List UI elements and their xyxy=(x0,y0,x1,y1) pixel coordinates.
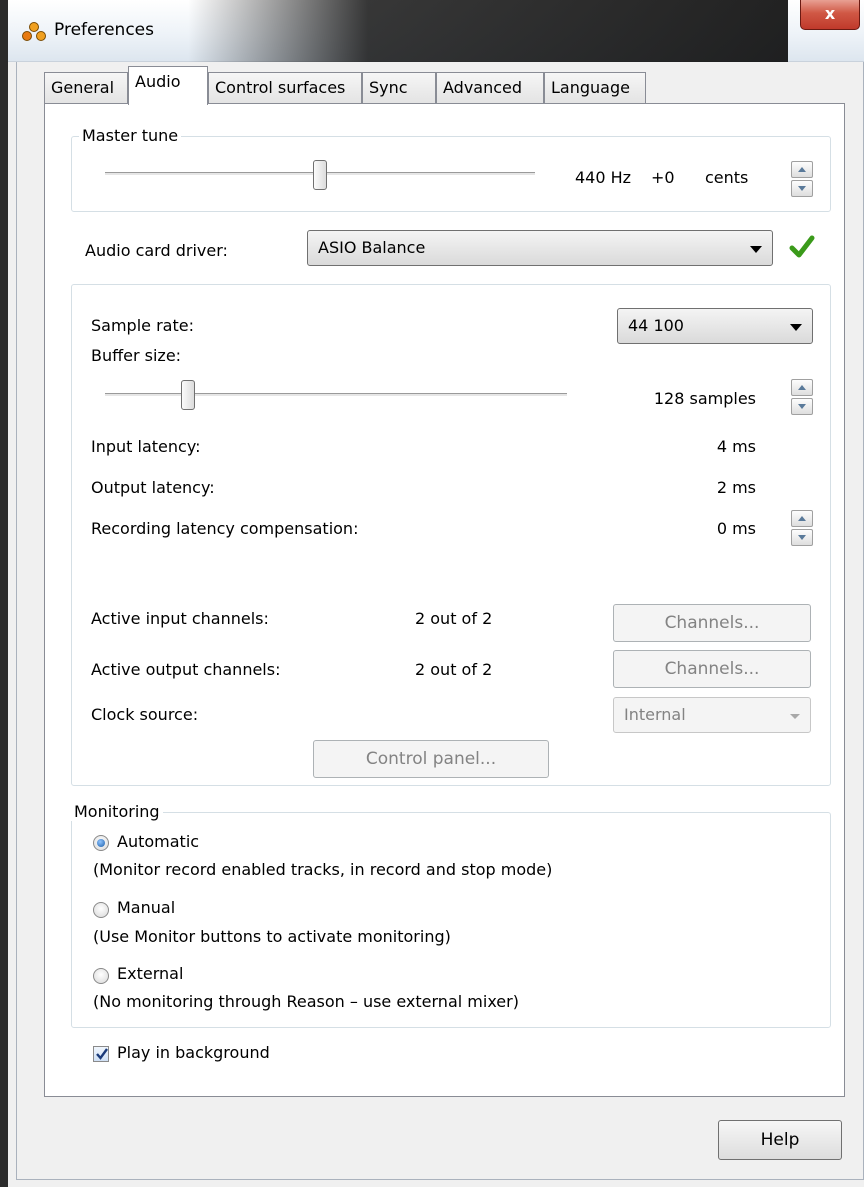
tab-general-label: General xyxy=(51,78,115,97)
title-bar-shade xyxy=(188,0,788,62)
reason-app-icon xyxy=(22,22,46,42)
play-in-background-checkbox[interactable] xyxy=(93,1046,109,1062)
chevron-down-icon xyxy=(790,324,802,331)
output-channels-button[interactable]: Channels... xyxy=(613,650,811,688)
audio-tab-panel: Master tune 440 Hz +0 cents Audio card d… xyxy=(44,103,845,1097)
window-title: Preferences xyxy=(54,20,154,40)
output-latency-value: 2 ms xyxy=(716,478,756,497)
monitoring-automatic-label[interactable]: Automatic xyxy=(117,832,199,851)
recording-latency-compensation-value: 0 ms xyxy=(716,519,756,538)
output-latency-label: Output latency: xyxy=(91,478,215,497)
tab-control-surfaces[interactable]: Control surfaces xyxy=(208,72,362,104)
sample-rate-label: Sample rate: xyxy=(91,316,194,335)
input-latency-value: 4 ms xyxy=(716,437,756,456)
active-output-channels-value: 2 out of 2 xyxy=(415,660,493,679)
recording-latency-up-button[interactable] xyxy=(791,510,813,527)
play-in-background-label[interactable]: Play in background xyxy=(117,1043,270,1062)
input-channels-button[interactable]: Channels... xyxy=(613,604,811,642)
output-channels-button-label: Channels... xyxy=(664,659,760,679)
close-icon: x xyxy=(824,4,836,23)
audio-card-driver-label: Audio card driver: xyxy=(85,241,228,260)
tab-advanced[interactable]: Advanced xyxy=(436,72,544,104)
buffer-size-spinner[interactable] xyxy=(791,379,813,415)
monitoring-manual-label[interactable]: Manual xyxy=(117,898,175,917)
active-input-channels-label: Active input channels: xyxy=(91,609,269,628)
recording-latency-compensation-label: Recording latency compensation: xyxy=(91,519,359,538)
input-channels-button-label: Channels... xyxy=(664,613,760,633)
audio-card-driver-select[interactable]: ASIO Balance xyxy=(307,230,773,266)
tab-advanced-label: Advanced xyxy=(443,78,523,97)
title-bar[interactable]: Preferences x xyxy=(8,0,864,62)
recording-latency-down-button[interactable] xyxy=(791,529,813,546)
control-panel-button-label: Control panel... xyxy=(365,749,497,769)
input-latency-label: Input latency: xyxy=(91,437,201,456)
monitoring-external-label[interactable]: External xyxy=(117,964,183,983)
master-tune-spinner[interactable] xyxy=(791,161,813,197)
master-tune-up-button[interactable] xyxy=(791,161,813,178)
buffer-size-value: 128 samples xyxy=(653,389,756,408)
help-button-label: Help xyxy=(760,1130,800,1150)
master-tune-down-button[interactable] xyxy=(791,180,813,197)
buffer-size-label: Buffer size: xyxy=(91,346,182,365)
tab-sync-label: Sync xyxy=(369,78,408,97)
buffer-size-slider-track[interactable] xyxy=(105,393,567,397)
control-panel-button[interactable]: Control panel... xyxy=(313,740,549,778)
master-tune-unit: cents xyxy=(705,168,749,187)
clock-source-label: Clock source: xyxy=(91,705,199,724)
sample-rate-value: 44 100 xyxy=(628,316,684,335)
tab-sync[interactable]: Sync xyxy=(362,72,436,104)
monitoring-automatic-radio[interactable] xyxy=(93,835,109,851)
buffer-size-up-button[interactable] xyxy=(791,379,813,396)
monitoring-group-label: Monitoring xyxy=(71,802,163,821)
tab-audio-label: Audio xyxy=(135,72,181,91)
monitoring-manual-description: (Use Monitor buttons to activate monitor… xyxy=(93,927,451,946)
tab-language-label: Language xyxy=(551,78,630,97)
monitoring-external-radio[interactable] xyxy=(93,968,109,984)
buffer-size-down-button[interactable] xyxy=(791,398,813,415)
audio-card-driver-value: ASIO Balance xyxy=(318,238,426,257)
tab-general[interactable]: General xyxy=(44,72,128,104)
clock-source-value: Internal xyxy=(624,705,686,724)
recording-latency-spinner[interactable] xyxy=(791,510,813,546)
monitoring-automatic-description: (Monitor record enabled tracks, in recor… xyxy=(93,860,553,879)
clock-source-select[interactable]: Internal xyxy=(613,697,811,733)
chevron-down-icon xyxy=(790,714,800,719)
chevron-down-icon xyxy=(750,246,762,253)
master-tune-offset: +0 xyxy=(651,168,675,187)
help-button[interactable]: Help xyxy=(718,1120,842,1160)
active-input-channels-value: 2 out of 2 xyxy=(415,609,493,628)
tab-control-surfaces-label: Control surfaces xyxy=(215,78,346,97)
tab-audio[interactable]: Audio xyxy=(128,66,208,105)
buffer-size-slider-thumb[interactable] xyxy=(181,380,196,410)
green-checkmark-icon xyxy=(789,234,815,264)
checkmark-icon xyxy=(96,1048,108,1060)
master-tune-group-label: Master tune xyxy=(79,126,182,145)
close-button[interactable]: x xyxy=(800,0,860,30)
sample-rate-select[interactable]: 44 100 xyxy=(617,308,813,344)
tab-language[interactable]: Language xyxy=(544,72,646,104)
active-output-channels-label: Active output channels: xyxy=(91,660,281,679)
master-tune-slider-thumb[interactable] xyxy=(313,160,327,190)
monitoring-manual-radio[interactable] xyxy=(93,902,109,918)
preferences-window: Preferences x General Audio Control surf… xyxy=(0,0,864,1187)
master-tune-frequency: 440 Hz xyxy=(575,168,632,187)
monitoring-external-description: (No monitoring through Reason – use exte… xyxy=(93,992,519,1011)
